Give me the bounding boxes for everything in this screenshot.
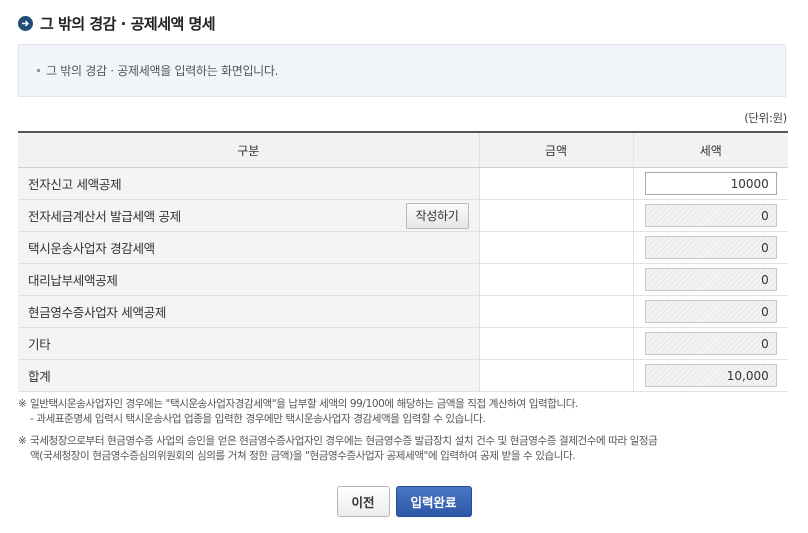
note-text: 일반택시운송사업자인 경우에는 "택시운송사업자경감세액"을 납부할 세액의 9… — [30, 398, 578, 410]
amount-cell — [478, 167, 633, 200]
button-row: 이전 입력완료 — [0, 486, 808, 517]
row-label: 택시운송사업자 경감세액 — [18, 231, 479, 264]
amount-cell — [478, 327, 633, 360]
amount-cell — [478, 199, 633, 232]
tax-field: 0 — [644, 332, 777, 355]
header-amount: 금액 — [478, 131, 633, 168]
row-label: 기타 — [18, 327, 479, 360]
amount-cell — [478, 263, 633, 296]
prev-button[interactable]: 이전 — [336, 486, 390, 517]
note-subtext: 액(국세청장이 현금영수증심의위원회의 심의를 거쳐 정한 금액)을 "현금영수… — [30, 450, 576, 462]
row-label: 전자신고 세액공제 — [18, 167, 479, 200]
amount-cell — [478, 295, 633, 328]
note-mark: ※ — [18, 435, 27, 447]
tax-field: 0 — [644, 204, 777, 227]
notes: ※ 일반택시운송사업자인 경우에는 "택시운송사업자경감세액"을 납부할 세액의… — [18, 397, 790, 471]
bullet-icon — [37, 69, 40, 72]
table-row: 전자세금계산서 발급세액 공제 작성하기 0 — [18, 199, 788, 232]
tax-input[interactable]: 10000 — [644, 172, 777, 195]
table-row: 대리납부세액공제 0 — [18, 263, 788, 296]
table-row: 전자신고 세액공제 10000 — [18, 167, 788, 200]
header-category: 구분 — [18, 131, 479, 168]
amount-cell — [478, 359, 633, 392]
total-tax-field: 10,000 — [644, 364, 777, 387]
note-subtext: - 과세표준명세 입력시 택시운송사업 업종을 입력한 경우에만 택시운송사업자… — [30, 413, 486, 425]
row-label: 대리납부세액공제 — [18, 263, 479, 296]
amount-cell — [478, 231, 633, 264]
unit-label: (단위:원) — [744, 111, 787, 125]
note: ※ 일반택시운송사업자인 경우에는 "택시운송사업자경감세액"을 납부할 세액의… — [18, 397, 790, 427]
row-label: 현금영수증사업자 세액공제 — [18, 295, 479, 328]
info-box: 그 밖의 경감 · 공제세액을 입력하는 화면입니다. — [18, 44, 786, 97]
submit-button[interactable]: 입력완료 — [395, 486, 472, 517]
tax-field: 0 — [644, 268, 777, 291]
note-mark: ※ — [18, 398, 27, 410]
arrow-right-circle-icon — [18, 15, 33, 31]
table-row: 택시운송사업자 경감세액 0 — [18, 231, 788, 264]
page-header: 그 밖의 경감 · 공제세액 명세 — [18, 12, 216, 34]
deduction-table: 구분 금액 세액 전자신고 세액공제 10000 전자세금계산서 발급세액 공제… — [18, 131, 788, 392]
info-text: 그 밖의 경감 · 공제세액을 입력하는 화면입니다. — [46, 64, 279, 78]
header-tax: 세액 — [632, 131, 788, 168]
table-row-total: 합계 10,000 — [18, 359, 788, 392]
write-button[interactable]: 작성하기 — [405, 202, 469, 229]
table-header-row: 구분 금액 세액 — [18, 131, 788, 168]
row-label: 합계 — [18, 359, 479, 392]
tax-field: 0 — [644, 236, 777, 259]
tax-field: 0 — [644, 300, 777, 323]
table-row: 현금영수증사업자 세액공제 0 — [18, 295, 788, 328]
page-title: 그 밖의 경감 · 공제세액 명세 — [40, 14, 216, 33]
note-text: 국세청장으로부터 현금영수증 사업의 승인을 얻은 현금영수증사업자인 경우에는… — [30, 435, 658, 447]
row-label: 전자세금계산서 발급세액 공제 — [28, 209, 181, 224]
note: ※ 국세청장으로부터 현금영수증 사업의 승인을 얻은 현금영수증사업자인 경우… — [18, 434, 790, 464]
table-row: 기타 0 — [18, 327, 788, 360]
